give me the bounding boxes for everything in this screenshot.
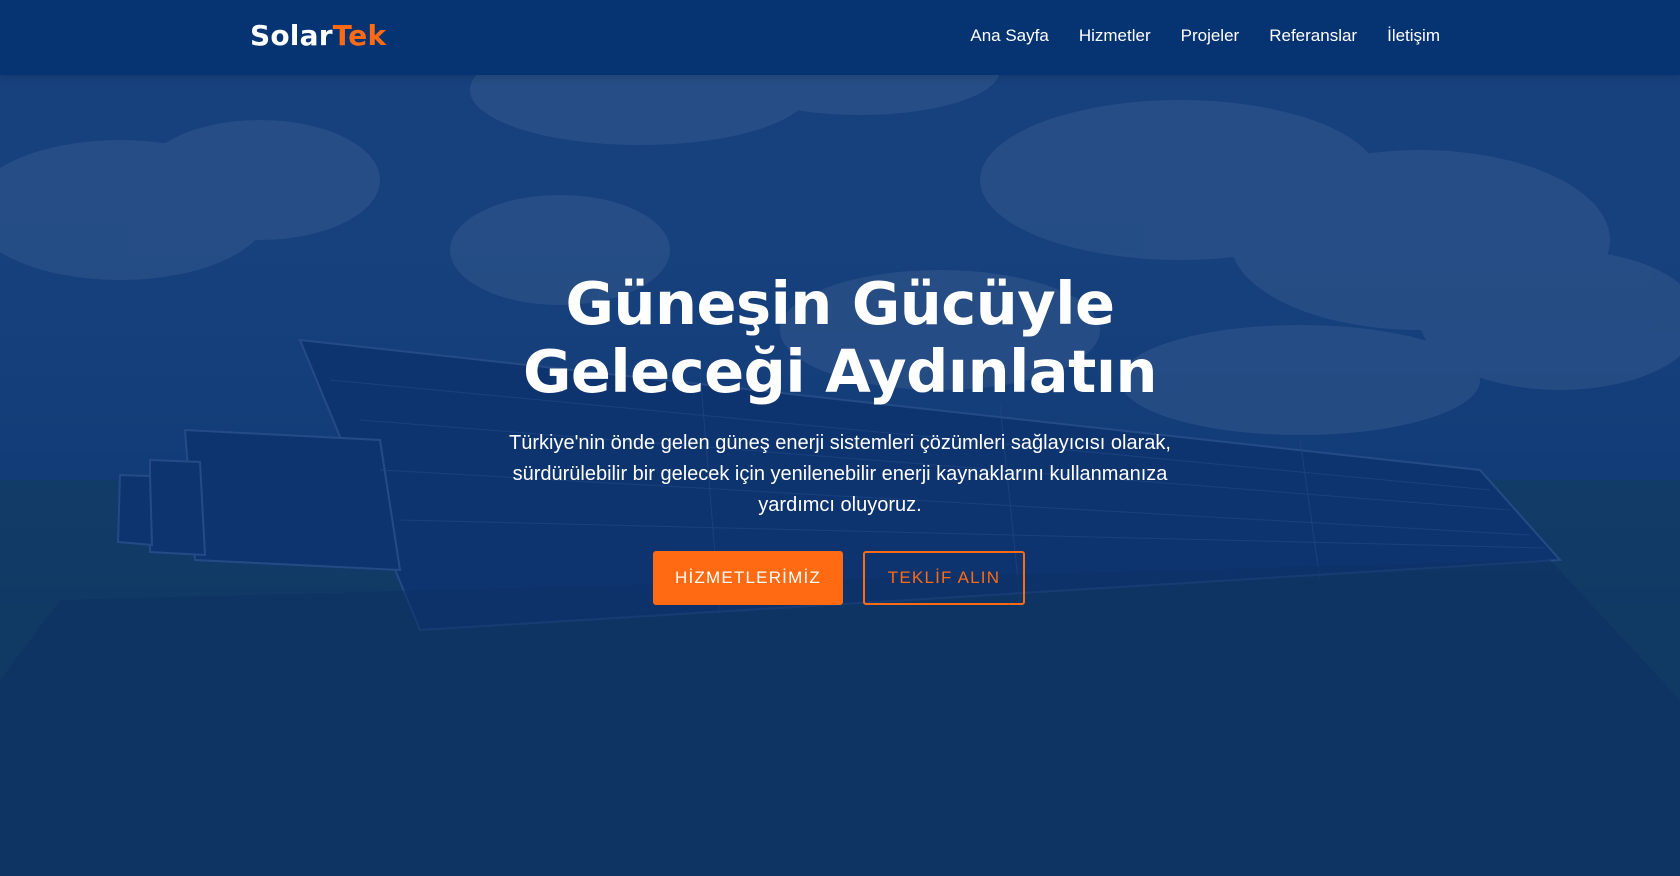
nav-link-home[interactable]: Ana Sayfa: [970, 26, 1048, 46]
get-quote-button[interactable]: TEKLİF ALIN: [863, 551, 1025, 605]
nav-link-references[interactable]: Referanslar: [1269, 26, 1357, 46]
brand-logo-part2: Tek: [332, 19, 387, 52]
hero-title: Güneşin Gücüyle Geleceği Aydınlatın: [522, 269, 1158, 406]
top-navbar: SolarTek Ana Sayfa Hizmetler Projeler Re…: [0, 0, 1680, 75]
brand-logo[interactable]: SolarTek: [250, 19, 386, 52]
main-nav: Ana Sayfa Hizmetler Projeler Referanslar…: [970, 26, 1440, 46]
services-button[interactable]: HİZMETLERİMİZ: [653, 551, 843, 605]
brand-logo-part1: Solar: [250, 19, 333, 52]
hero-button-group: HİZMETLERİMİZ TEKLİF ALIN: [0, 551, 1680, 605]
hero-content: Güneşin Gücüyle Geleceği Aydınlatın Türk…: [0, 270, 1680, 605]
nav-link-services[interactable]: Hizmetler: [1079, 26, 1151, 46]
nav-link-contact[interactable]: İletişim: [1387, 26, 1440, 46]
nav-link-projects[interactable]: Projeler: [1181, 26, 1240, 46]
hero-subtitle: Türkiye'nin önde gelen güneş enerji sist…: [509, 432, 1171, 516]
